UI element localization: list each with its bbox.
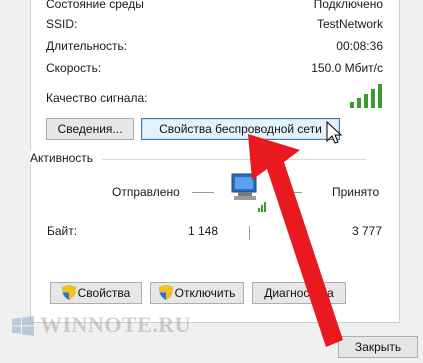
windows-logo-icon <box>12 316 34 336</box>
properties-button-label: Свойства <box>77 286 131 300</box>
bytes-sent-value: 1 148 <box>188 224 219 238</box>
activity-group-title: Активность <box>30 151 98 165</box>
bytes-received-value: 3 777 <box>352 224 383 238</box>
media-state-value: Подключено <box>313 0 383 11</box>
activity-group-divider <box>102 159 366 160</box>
received-line <box>280 192 302 193</box>
mouse-pointer-icon <box>326 121 343 144</box>
diagnose-button[interactable]: Диагностика <box>252 282 346 304</box>
details-button[interactable]: Сведения... <box>46 118 134 140</box>
disable-button-label: Отключить <box>174 286 236 300</box>
uac-shield-icon <box>158 285 173 300</box>
disable-button[interactable]: Отключить <box>150 282 244 304</box>
network-computer-icon <box>231 173 266 212</box>
duration-value: 00:08:36 <box>336 39 383 53</box>
speed-value: 150.0 Мбит/с <box>311 61 383 75</box>
uac-shield-icon <box>61 285 76 300</box>
ssid-value: TestNetwork <box>316 17 383 31</box>
wifi-status-dialog: Состояние среды Подключено SSID: TestNet… <box>0 0 423 363</box>
signal-quality-label: Качество сигнала: <box>46 91 148 105</box>
received-label: Принято <box>332 185 380 199</box>
media-state-label: Состояние среды <box>46 0 144 11</box>
wireless-properties-button[interactable]: Свойства беспроводной сети <box>141 118 340 140</box>
sent-line <box>192 192 214 193</box>
signal-strength-icon <box>350 84 382 108</box>
ssid-label: SSID: <box>46 17 78 31</box>
speed-label: Скорость: <box>46 61 102 75</box>
duration-label: Длительность: <box>46 39 128 53</box>
properties-button[interactable]: Свойства <box>50 282 142 304</box>
bytes-divider <box>249 226 250 240</box>
close-button[interactable]: Закрыть <box>338 336 418 358</box>
watermark: WINNOTE.RU <box>40 312 192 337</box>
bytes-label: Байт: <box>47 224 78 238</box>
sent-label: Отправлено <box>112 185 180 199</box>
dialog-left-frame <box>0 0 30 363</box>
